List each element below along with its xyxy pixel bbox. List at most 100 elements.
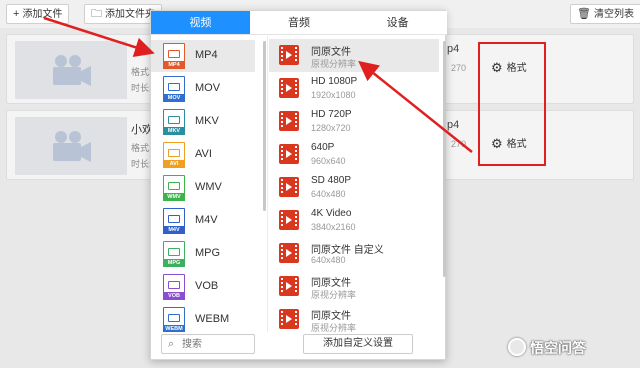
resolution-item[interactable]: 4K Video 3840x2160 (269, 204, 439, 237)
trash-icon: 🗑 (577, 8, 591, 20)
resolution-item[interactable]: 同原文件 自定义 640x480 (269, 237, 439, 270)
resolution-size: 3840x2160 (311, 222, 356, 232)
clear-list-label: 清空列表 (593, 9, 634, 20)
resolution-title: HD 720P (311, 109, 352, 120)
resolution-title: 同原文件 (311, 278, 351, 289)
video-thumbnail (15, 117, 127, 175)
format-tag: M4V (163, 226, 185, 234)
add-folder-label: 添加文件夹 (105, 9, 155, 20)
resolution-size: 原视分辨率 (311, 290, 357, 300)
video-film-icon (279, 177, 299, 197)
tab-audio[interactable]: 音频 (249, 11, 349, 34)
format-tag: VOB (163, 292, 185, 300)
video-film-icon (279, 111, 299, 131)
format-label: MOV (195, 82, 221, 94)
format-item-wmv[interactable]: WMV WMV (151, 172, 255, 204)
output-resolution-text: 270 (451, 63, 467, 73)
format-item-mpg[interactable]: MPG MPG (151, 238, 255, 270)
column-divider (267, 36, 268, 332)
file-format-meta: 格式: (131, 67, 152, 77)
format-tag: AVI (163, 160, 185, 168)
format-tag: MKV (163, 127, 185, 135)
resolution-item[interactable]: 同原文件 原视分辨率 (269, 39, 439, 72)
video-file-icon: M4V (163, 208, 185, 234)
add-custom-settings-button[interactable]: 添加自定义设置 (303, 334, 413, 354)
resolution-size: 640x480 (311, 255, 346, 265)
video-film-icon (279, 309, 299, 329)
resolution-item[interactable]: 640P 960x640 (269, 138, 439, 171)
watermark-text: 悟空问答 (530, 340, 586, 356)
format-item-mov[interactable]: MOV MOV (151, 73, 255, 105)
video-film-icon (279, 210, 299, 230)
format-list: MP4 MP4 MOV MOV MKV MKV AVI AVI WMV WMV M4V M4V MPG M… (151, 36, 261, 332)
format-tag: MPG (163, 259, 185, 267)
resolution-title: SD 480P (311, 175, 352, 186)
resolution-size: 原视分辨率 (311, 323, 357, 332)
format-item-mp4[interactable]: MP4 MP4 (151, 40, 255, 72)
video-file-icon: WMV (163, 175, 185, 201)
resolution-item[interactable]: 同原文件 原视分辨率 (269, 270, 439, 303)
format-list-scrollbar[interactable] (263, 41, 266, 211)
video-file-icon: VOB (163, 274, 185, 300)
watermark: 悟空问答 (508, 338, 586, 358)
resolution-size: 1280x720 (311, 123, 351, 133)
format-label: MKV (195, 115, 219, 127)
resolution-size: 原视分辨率 (311, 59, 357, 69)
video-film-icon (279, 45, 299, 65)
video-file-icon: AVI (163, 142, 185, 168)
format-tag: WMV (163, 193, 185, 201)
format-label: VOB (195, 280, 219, 292)
resolution-item[interactable]: 同原文件 原视分辨率 (269, 303, 439, 332)
resolution-title: 同原文件 自定义 (311, 245, 384, 256)
resolution-title: 同原文件 (311, 311, 351, 322)
search-icon: ⌕ (168, 338, 175, 350)
format-label: MP4 (195, 49, 218, 61)
resolution-item[interactable]: HD 1080P 1920x1080 (269, 72, 439, 105)
format-item-webm[interactable]: WEBM WEBM (151, 304, 255, 332)
add-file-button[interactable]: + 添加文件 (6, 4, 70, 24)
resolution-item[interactable]: SD 480P 640x480 (269, 171, 439, 204)
video-file-icon: WEBM (163, 307, 185, 332)
format-item-vob[interactable]: VOB VOB (151, 271, 255, 303)
add-file-label: 添加文件 (22, 9, 63, 20)
file-duration-meta: 时长: (131, 83, 152, 93)
format-popup: 视频 音频 设备 MP4 MP4 MOV MOV MKV MKV AVI AVI WMV WMV M… (150, 10, 448, 360)
format-tag: MP4 (163, 61, 185, 69)
format-search-field[interactable]: ⌕ (161, 334, 255, 354)
video-file-icon: MKV (163, 109, 185, 135)
format-label: WEBM (195, 313, 230, 325)
video-thumbnail (15, 41, 127, 99)
format-tag: MOV (163, 94, 185, 102)
video-file-icon: MP4 (163, 43, 185, 69)
video-film-icon (279, 276, 299, 296)
video-film-icon (279, 78, 299, 98)
file-duration-meta: 时长: (131, 159, 152, 169)
format-item-avi[interactable]: AVI AVI (151, 139, 255, 171)
resolution-item[interactable]: HD 720P 1280x720 (269, 105, 439, 138)
format-label: WMV (195, 181, 222, 193)
tab-video[interactable]: 视频 (151, 11, 250, 34)
resolution-title: HD 1080P (311, 76, 358, 87)
resolution-size: 960x640 (311, 156, 346, 166)
output-resolution-text: 270 (451, 139, 467, 149)
tab-device[interactable]: 设备 (348, 11, 448, 34)
video-file-icon: MPG (163, 241, 185, 267)
format-search-input[interactable] (182, 337, 250, 351)
video-file-icon: MOV (163, 76, 185, 102)
speech-bubble-icon (508, 338, 526, 356)
video-film-icon (279, 243, 299, 263)
clear-list-button[interactable]: 🗑 清空列表 (570, 4, 640, 24)
format-item-mkv[interactable]: MKV MKV (151, 106, 255, 138)
format-label: M4V (195, 214, 218, 226)
format-label: AVI (195, 148, 212, 160)
folder-icon: 🗀 (91, 8, 102, 20)
format-item-m4v[interactable]: M4V M4V (151, 205, 255, 237)
file-format-meta: 格式: (131, 143, 152, 153)
resolution-title: 同原文件 (311, 47, 351, 58)
video-camera-icon (53, 131, 91, 162)
plus-icon: + (13, 8, 20, 20)
resolution-title: 4K Video (311, 208, 352, 219)
resolution-list-scrollbar[interactable] (443, 41, 446, 277)
resolution-title: 640P (311, 142, 335, 153)
annotation-highlight-box (478, 42, 546, 166)
